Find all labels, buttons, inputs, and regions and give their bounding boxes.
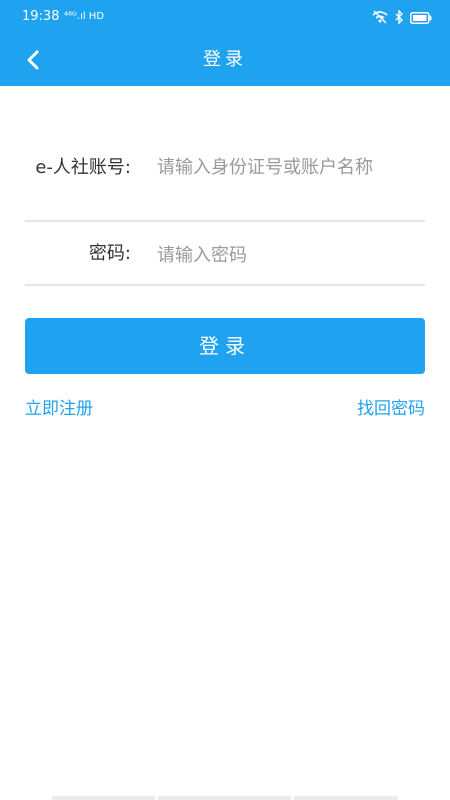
account-input[interactable] [157, 156, 407, 206]
password-input[interactable] [157, 242, 407, 268]
login-button[interactable]: 登录 [25, 318, 425, 374]
wifi-off-icon [372, 9, 388, 28]
password-label: 密码: [88, 243, 131, 264]
page-title: 登录 [203, 49, 247, 70]
nav-bar-segment [52, 796, 155, 800]
status-time: 19:38 [22, 9, 60, 24]
status-bar: 19:38 ⁴⁶ᴳ.ıl HD [0, 0, 450, 34]
register-link[interactable]: 立即注册 [25, 398, 93, 420]
forgot-password-link[interactable]: 找回密码 [357, 398, 425, 420]
account-label: e-人社账号: [35, 157, 131, 178]
status-icons [372, 9, 432, 28]
login-form: e-人社账号: 密码: [25, 142, 425, 286]
signal-indicator: ⁴⁶ᴳ.ıl HD [64, 11, 105, 22]
app-header: 登录 [0, 34, 450, 86]
bluetooth-icon [394, 9, 404, 28]
nav-bar-segment [158, 796, 291, 800]
nav-bar-segment [294, 796, 398, 800]
account-row: e-人社账号: [25, 142, 425, 222]
password-row: 密码: [25, 222, 425, 286]
battery-icon [410, 9, 432, 28]
